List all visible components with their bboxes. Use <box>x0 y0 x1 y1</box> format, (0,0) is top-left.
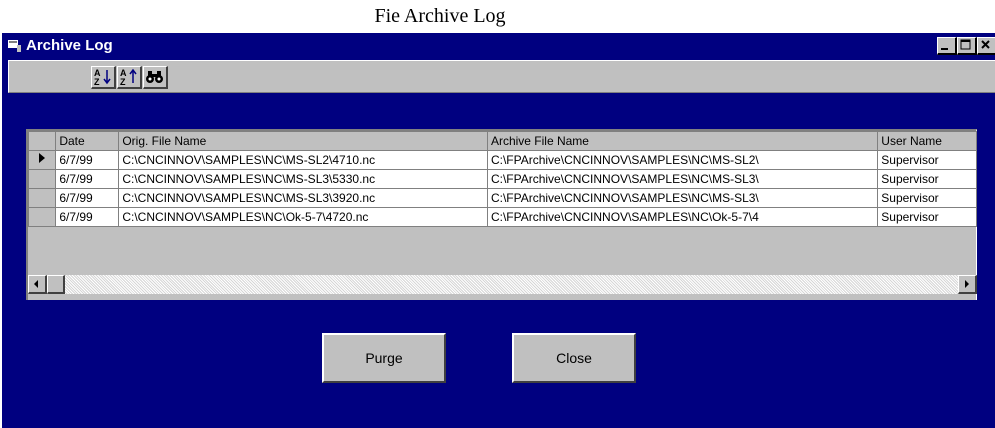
binoculars-find-icon <box>146 71 163 83</box>
purge-button[interactable]: Purge <box>322 333 446 383</box>
minimize-button[interactable] <box>937 37 957 55</box>
close-button[interactable]: Close <box>512 333 636 383</box>
header-row: Date Orig. File Name Archive File Name U… <box>28 131 977 151</box>
grid-viewport[interactable]: Date Orig. File Name Archive File Name U… <box>28 131 977 243</box>
row-selector[interactable] <box>28 207 57 227</box>
scrollbar-thumb[interactable] <box>47 275 65 294</box>
current-row-pointer-icon <box>39 152 46 163</box>
cell-orig-file-name[interactable]: C:\CNCINNOV\SAMPLES\NC\MS-SL3\3920.nc <box>118 188 488 208</box>
window-app-icon[interactable] <box>8 39 24 53</box>
archive-log-window: Archive Log A Z A Z Date Orig. File Name… <box>2 33 995 428</box>
sort-ascending-icon: A Z <box>94 68 111 87</box>
cell-orig-file-name[interactable]: C:\CNCINNOV\SAMPLES\NC\MS-SL3\5330.nc <box>118 169 488 189</box>
scroll-left-arrow-icon <box>34 280 38 288</box>
maximize-icon <box>960 39 971 50</box>
column-header-user-name[interactable]: User Name <box>877 131 977 151</box>
cell-date[interactable]: 6/7/99 <box>55 169 120 189</box>
table-row[interactable]: 6/7/99 C:\CNCINNOV\SAMPLES\NC\MS-SL2\471… <box>28 150 977 170</box>
cell-orig-file-name[interactable]: C:\CNCINNOV\SAMPLES\NC\Ok-5-7\4720.nc <box>118 207 488 227</box>
column-header-date[interactable]: Date <box>55 131 120 151</box>
row-selector[interactable] <box>28 188 57 208</box>
cell-archive-file-name[interactable]: C:\FPArchive\CNCINNOV\SAMPLES\NC\MS-SL3\ <box>486 188 879 208</box>
cell-user-name[interactable]: Supervisor <box>877 169 977 189</box>
svg-text:Z: Z <box>120 77 126 87</box>
scroll-left-button[interactable] <box>28 275 47 294</box>
cell-date[interactable]: 6/7/99 <box>55 188 120 208</box>
cell-archive-file-name[interactable]: C:\FPArchive\CNCINNOV\SAMPLES\NC\Ok-5-7\… <box>486 207 879 227</box>
svg-text:Z: Z <box>94 77 100 87</box>
cell-orig-file-name[interactable]: C:\CNCINNOV\SAMPLES\NC\MS-SL2\4710.nc <box>118 150 488 170</box>
close-window-button[interactable] <box>977 37 995 55</box>
find-button[interactable] <box>143 66 168 89</box>
archive-table: Date Orig. File Name Archive File Name U… <box>28 131 977 227</box>
cell-date[interactable]: 6/7/99 <box>55 207 120 227</box>
table-row[interactable]: 6/7/99 C:\CNCINNOV\SAMPLES\NC\Ok-5-7\472… <box>28 207 977 227</box>
cell-user-name[interactable]: Supervisor <box>877 188 977 208</box>
cell-archive-file-name[interactable]: C:\FPArchive\CNCINNOV\SAMPLES\NC\MS-SL3\ <box>486 169 879 189</box>
row-selector[interactable] <box>28 169 57 189</box>
cell-user-name[interactable]: Supervisor <box>877 150 977 170</box>
maximize-button[interactable] <box>957 37 977 55</box>
cell-date[interactable]: 6/7/99 <box>55 150 120 170</box>
sort-descending-button[interactable]: A Z <box>117 66 142 89</box>
scroll-right-arrow-icon <box>965 280 969 288</box>
sort-descending-icon: A Z <box>120 68 137 87</box>
figure-caption: Fie Archive Log <box>374 5 506 27</box>
table-row[interactable]: 6/7/99 C:\CNCINNOV\SAMPLES\NC\MS-SL3\533… <box>28 169 977 189</box>
window-title: Archive Log <box>26 37 113 54</box>
sort-ascending-button[interactable]: A Z <box>91 66 116 89</box>
row-selector-header <box>28 131 57 151</box>
row-selector[interactable] <box>28 150 57 170</box>
table-row[interactable]: 6/7/99 C:\CNCINNOV\SAMPLES\NC\MS-SL3\392… <box>28 188 977 208</box>
minimize-icon <box>941 48 948 50</box>
column-header-orig-file-name[interactable]: Orig. File Name <box>118 131 488 151</box>
toolbar: A Z A Z <box>8 60 995 93</box>
column-header-archive-file-name[interactable]: Archive File Name <box>486 131 879 151</box>
cell-archive-file-name[interactable]: C:\FPArchive\CNCINNOV\SAMPLES\NC\MS-SL2\ <box>486 150 879 170</box>
archive-grid: Date Orig. File Name Archive File Name U… <box>26 129 977 300</box>
scroll-right-button[interactable] <box>958 275 977 294</box>
title-bar[interactable]: Archive Log <box>2 33 995 59</box>
horizontal-scrollbar[interactable] <box>28 275 977 294</box>
close-icon <box>981 40 990 49</box>
cell-user-name[interactable]: Supervisor <box>877 207 977 227</box>
